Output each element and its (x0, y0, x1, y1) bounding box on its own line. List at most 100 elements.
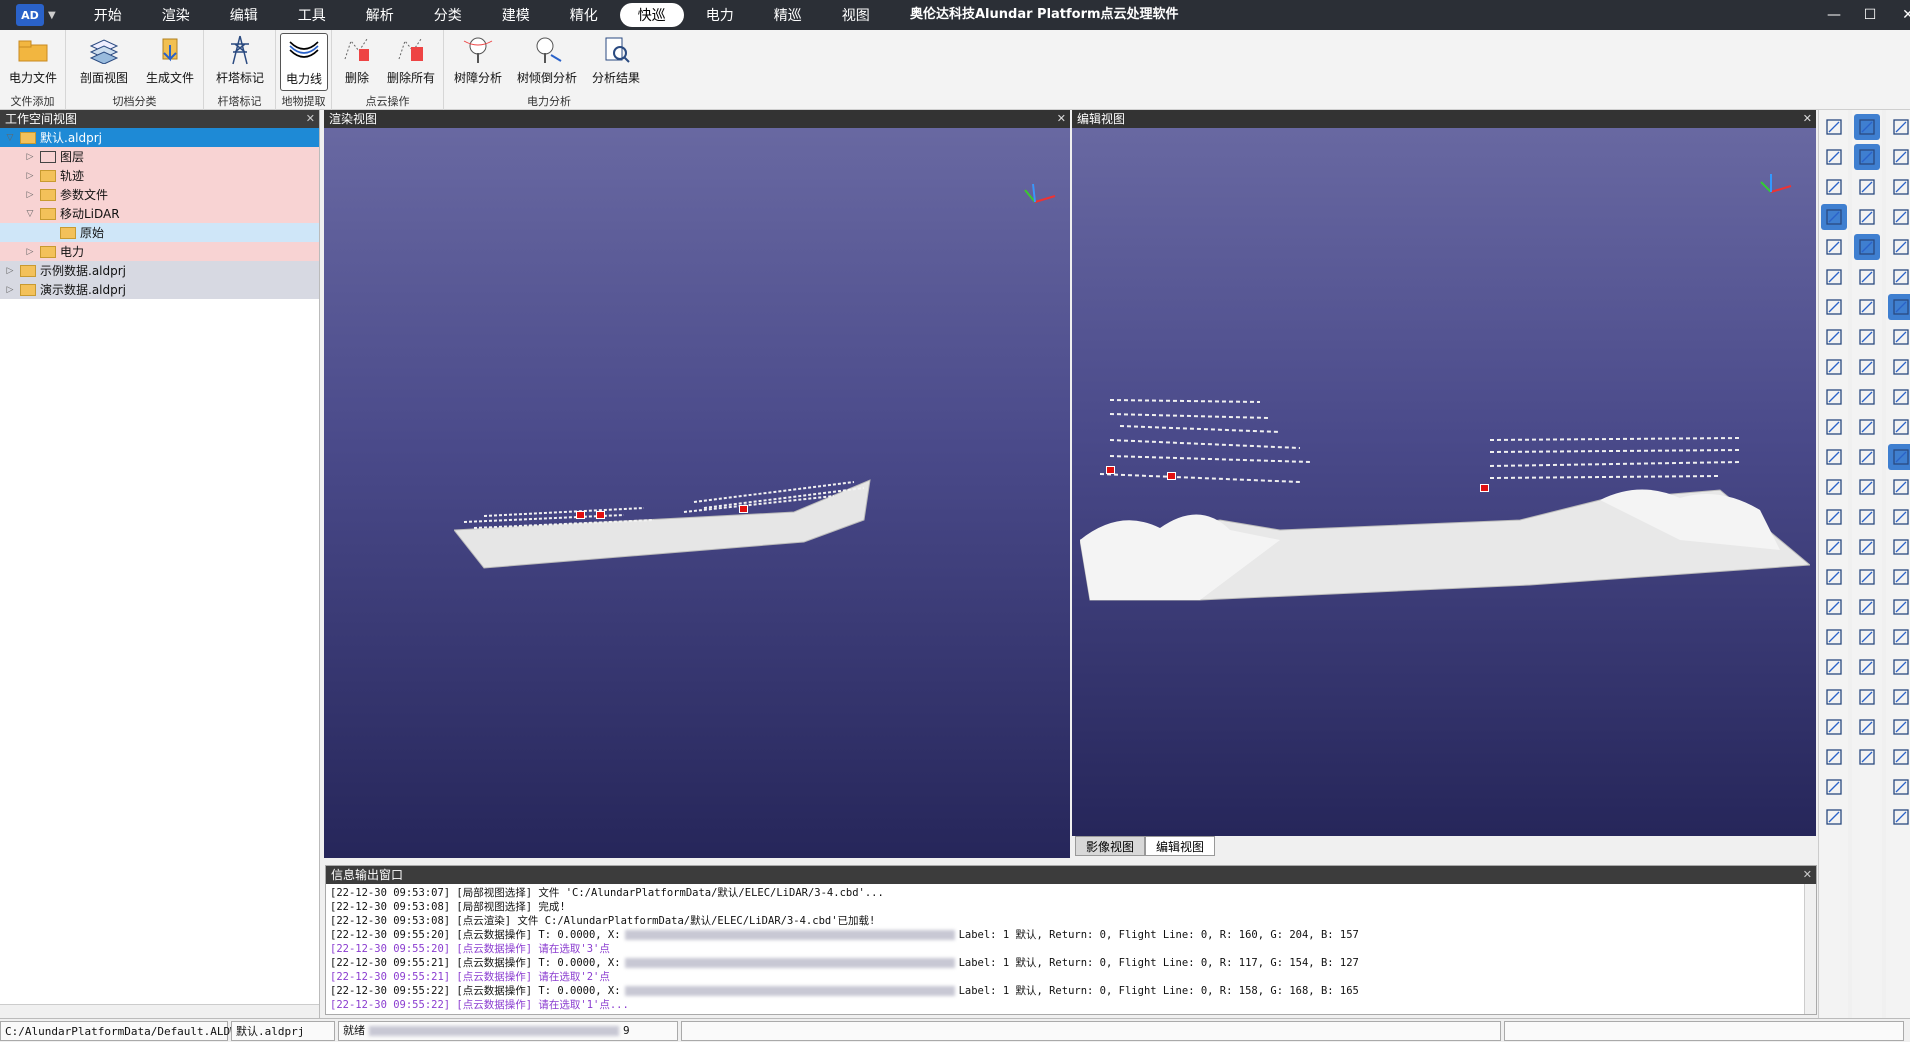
tool-icon[interactable] (1888, 384, 1910, 410)
tool-icon[interactable] (1821, 624, 1847, 650)
menu-item[interactable]: 建模 (484, 3, 548, 27)
power-line-button[interactable]: 电力线 (280, 33, 328, 91)
tool-icon[interactable] (1821, 654, 1847, 680)
tree-node[interactable]: ▽ 移动LiDAR (0, 204, 319, 223)
selected-point-marker[interactable] (739, 505, 748, 513)
tool-icon[interactable] (1821, 294, 1847, 320)
tool-icon[interactable] (1854, 504, 1880, 530)
horizontal-scrollbar[interactable] (0, 1004, 319, 1018)
tool-icon[interactable] (1854, 654, 1880, 680)
close-icon[interactable]: ✕ (1803, 866, 1812, 884)
tool-icon[interactable] (1854, 534, 1880, 560)
menu-item[interactable]: 精巡 (756, 3, 820, 27)
power-file-button[interactable]: 电力文件 (4, 33, 62, 91)
tool-icon[interactable] (1888, 324, 1910, 350)
tool-icon[interactable] (1854, 744, 1880, 770)
tool-icon[interactable] (1854, 624, 1880, 650)
tool-icon[interactable] (1821, 174, 1847, 200)
tool-icon[interactable] (1888, 774, 1910, 800)
close-button[interactable]: ✕ (1888, 0, 1910, 30)
tower-mark-button[interactable]: 杆塔标记 (210, 33, 270, 91)
tool-icon[interactable] (1821, 564, 1847, 590)
tool-icon[interactable] (1888, 714, 1910, 740)
menu-item[interactable]: 分类 (416, 3, 480, 27)
app-logo[interactable]: AD (16, 4, 44, 26)
edit-view[interactable]: 编辑视图 ✕ (1072, 110, 1816, 836)
tool-icon[interactable] (1888, 264, 1910, 290)
tool-icon[interactable] (1821, 714, 1847, 740)
tree-node[interactable]: ▽ 默认.aldprj (0, 128, 319, 147)
tool-icon[interactable] (1854, 114, 1880, 140)
menu-item[interactable]: 工具 (280, 3, 344, 27)
expand-toggle-icon[interactable]: ▷ (24, 152, 36, 162)
tool-icon[interactable] (1821, 444, 1847, 470)
view-tab[interactable]: 影像视图 (1075, 836, 1146, 856)
profile-view-button[interactable]: 剖面视图 (74, 33, 134, 91)
menu-item[interactable]: 电力 (688, 3, 752, 27)
tool-icon[interactable] (1888, 504, 1910, 530)
tool-icon[interactable] (1821, 534, 1847, 560)
tree-node[interactable]: ▷ 电力 (0, 242, 319, 261)
tool-icon[interactable] (1888, 114, 1910, 140)
maximize-button[interactable]: ☐ (1850, 0, 1890, 30)
tool-icon[interactable] (1854, 234, 1880, 260)
tool-icon[interactable] (1888, 414, 1910, 440)
tool-icon[interactable] (1821, 114, 1847, 140)
tree-node[interactable]: ▷ 示例数据.aldprj (0, 261, 319, 280)
tool-icon[interactable] (1821, 234, 1847, 260)
tool-icon[interactable] (1821, 324, 1847, 350)
tool-icon[interactable] (1821, 354, 1847, 380)
tool-icon[interactable] (1888, 294, 1910, 320)
tool-icon[interactable] (1854, 684, 1880, 710)
close-icon[interactable]: ✕ (1803, 110, 1812, 128)
menu-item[interactable]: 精化 (552, 3, 616, 27)
analysis-result-button[interactable]: 分析结果 (588, 33, 644, 91)
tool-icon[interactable] (1821, 594, 1847, 620)
menu-item[interactable]: 解析 (348, 3, 412, 27)
tool-icon[interactable] (1854, 594, 1880, 620)
tool-icon[interactable] (1854, 174, 1880, 200)
close-icon[interactable]: ✕ (306, 110, 315, 128)
selected-point-marker[interactable] (596, 511, 605, 519)
menu-item[interactable]: 视图 (824, 3, 888, 27)
generate-file-button[interactable]: 生成文件 (140, 33, 200, 91)
tool-icon[interactable] (1854, 354, 1880, 380)
tool-icon[interactable] (1854, 264, 1880, 290)
tool-icon[interactable] (1854, 414, 1880, 440)
chevron-down-icon[interactable]: ▼ (48, 10, 56, 21)
tool-icon[interactable] (1854, 444, 1880, 470)
tool-icon[interactable] (1821, 744, 1847, 770)
tree-node[interactable]: ▷ 图层 (0, 147, 319, 166)
tree-node[interactable]: ▷ 参数文件 (0, 185, 319, 204)
expand-toggle-icon[interactable]: ▷ (4, 266, 16, 276)
tool-icon[interactable] (1888, 174, 1910, 200)
tool-icon[interactable] (1854, 204, 1880, 230)
tool-icon[interactable] (1821, 414, 1847, 440)
tool-icon[interactable] (1821, 684, 1847, 710)
tree-node[interactable]: ▷ 轨迹 (0, 166, 319, 185)
tool-icon[interactable] (1854, 324, 1880, 350)
render-view[interactable]: 渲染视图 ✕ (324, 110, 1070, 858)
close-icon[interactable]: ✕ (1057, 110, 1066, 128)
tool-icon[interactable] (1888, 204, 1910, 230)
tree-fall-button[interactable]: 树倾倒分析 (514, 33, 580, 91)
tree-node[interactable]: 原始 (0, 223, 319, 242)
tool-icon[interactable] (1821, 384, 1847, 410)
tool-icon[interactable] (1854, 474, 1880, 500)
menu-item[interactable]: 开始 (76, 3, 140, 27)
expand-toggle-icon[interactable]: ▷ (4, 285, 16, 295)
tool-icon[interactable] (1821, 144, 1847, 170)
menu-item[interactable]: 编辑 (212, 3, 276, 27)
tool-icon[interactable] (1888, 234, 1910, 260)
delete-button[interactable]: 删除 (334, 33, 380, 91)
vertical-scrollbar[interactable] (1804, 884, 1816, 1014)
tool-icon[interactable] (1888, 654, 1910, 680)
tool-icon[interactable] (1854, 714, 1880, 740)
tool-icon[interactable] (1854, 144, 1880, 170)
minimize-button[interactable]: — (1814, 0, 1854, 30)
tool-icon[interactable] (1888, 564, 1910, 590)
tool-icon[interactable] (1821, 204, 1847, 230)
tool-icon[interactable] (1888, 624, 1910, 650)
tool-icon[interactable] (1888, 744, 1910, 770)
expand-toggle-icon[interactable]: ▽ (24, 209, 36, 219)
